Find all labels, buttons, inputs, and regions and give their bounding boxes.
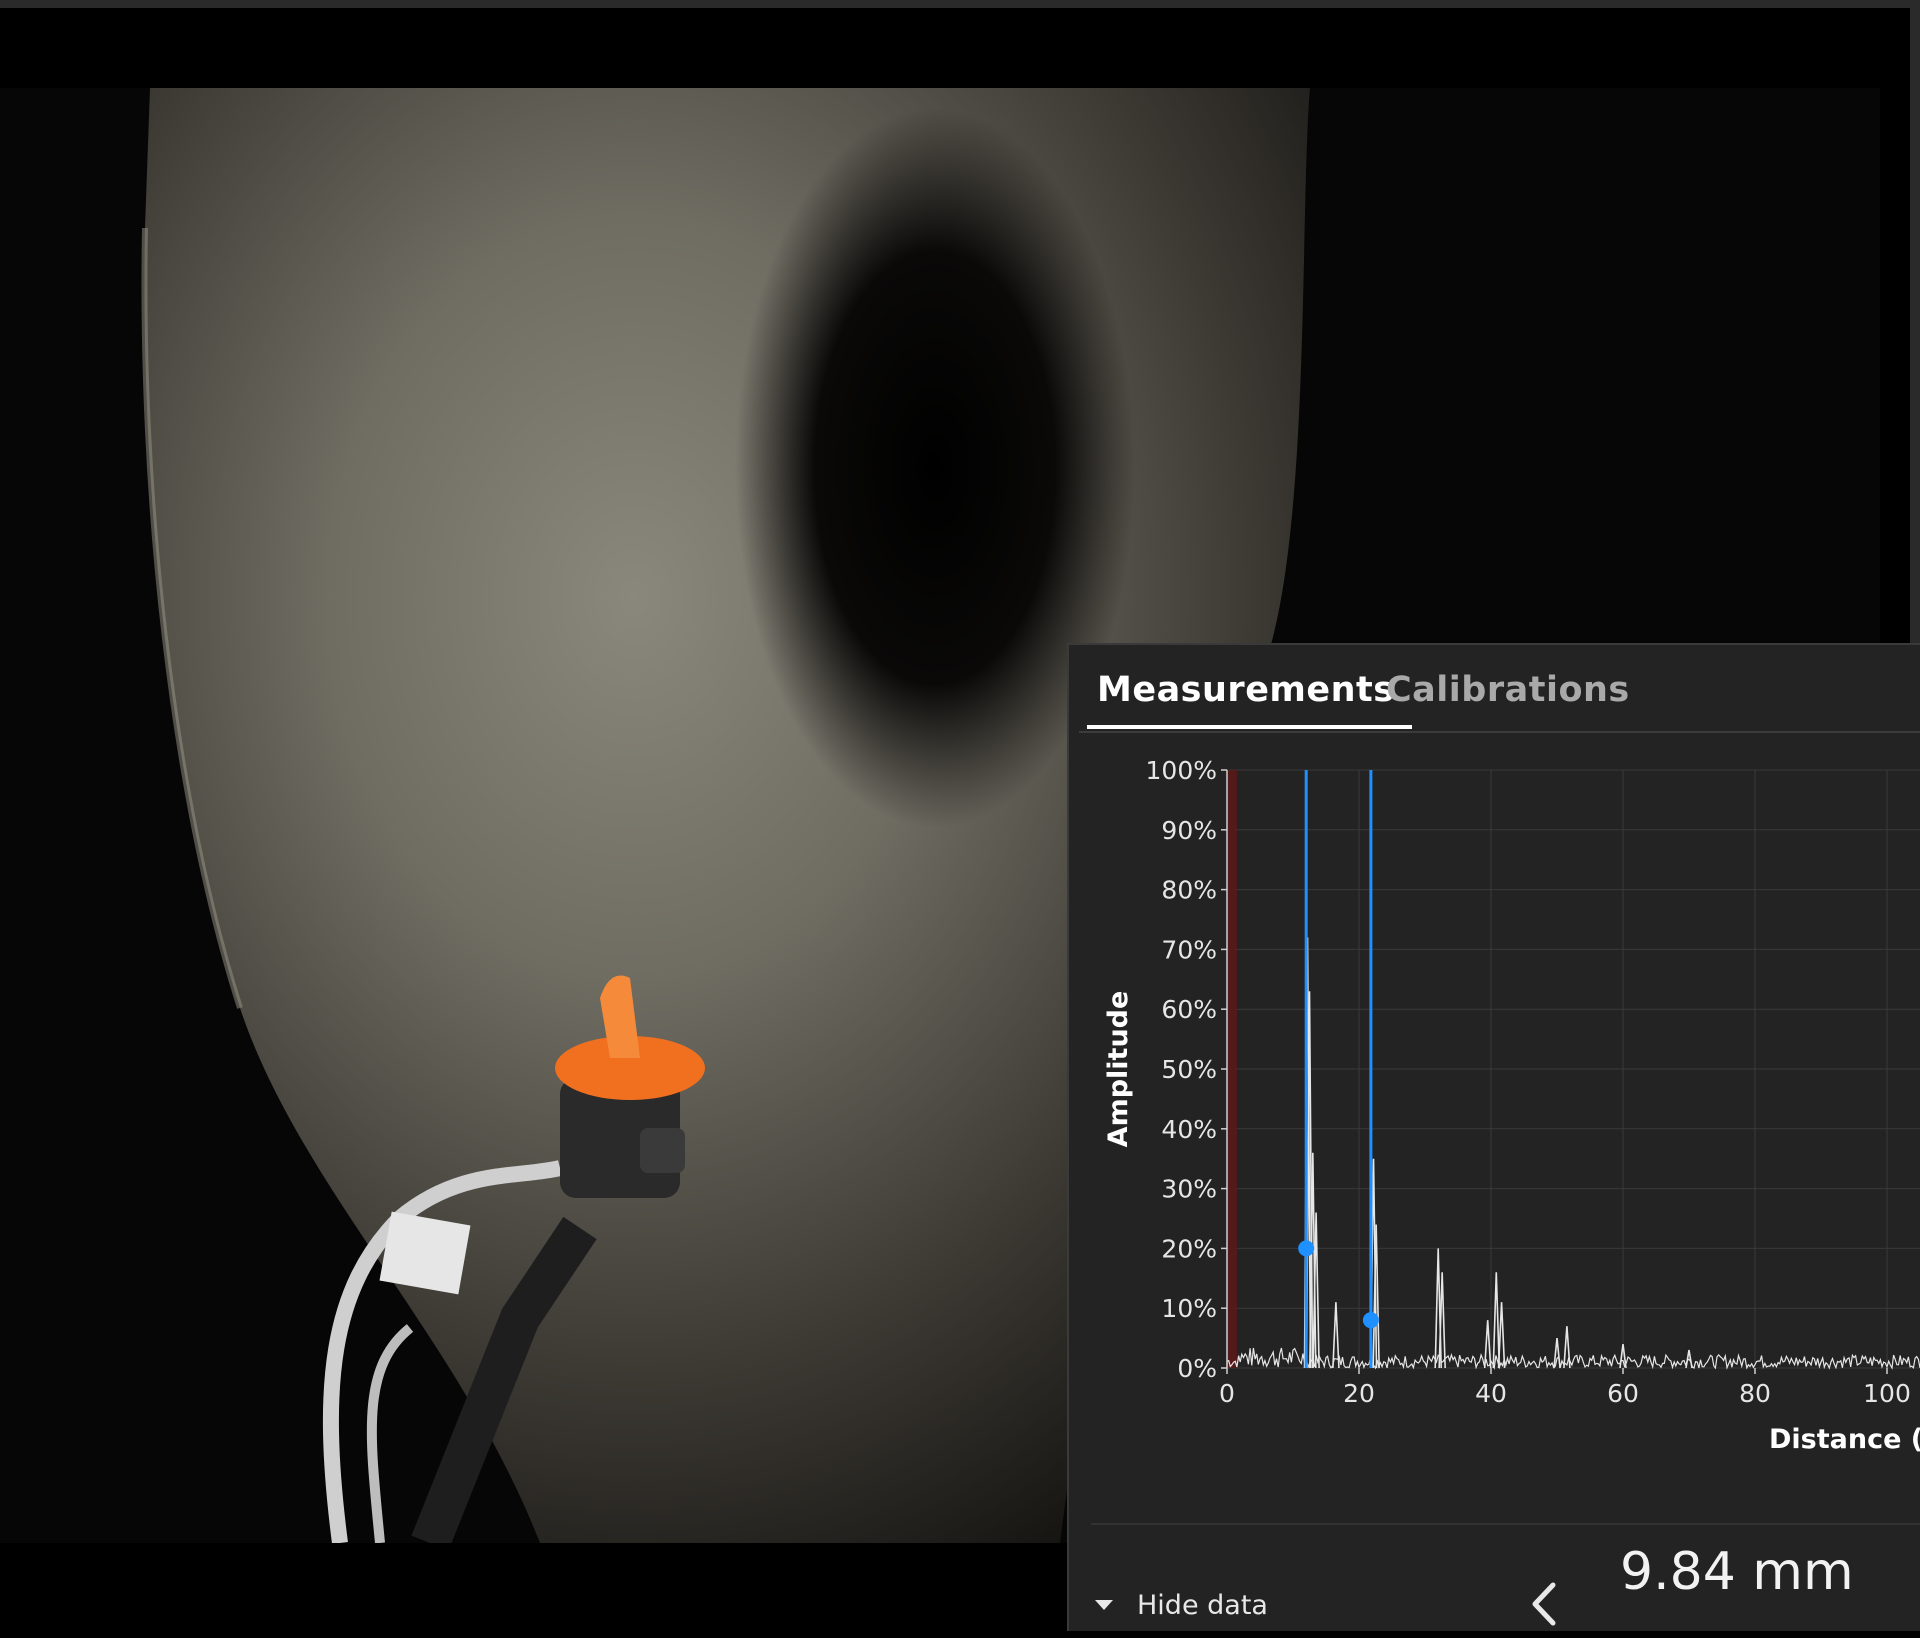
x-tick-label: 80	[1739, 1379, 1771, 1408]
chevron-left-icon	[1532, 1582, 1556, 1626]
y-tick-label: 10%	[1161, 1294, 1217, 1323]
gate-marker	[1298, 1240, 1315, 1257]
measurement-panel: Measurements Calibrations 0% 10% 20% 30% 40%…	[1067, 643, 1920, 1631]
x-tick-label: 60	[1607, 1379, 1639, 1408]
signal-peak	[1483, 1320, 1492, 1369]
y-tick-label: 40%	[1161, 1115, 1217, 1144]
dead-zone	[1227, 770, 1237, 1368]
x-tick-label: 20	[1343, 1379, 1375, 1408]
signal-peak	[1553, 1338, 1561, 1369]
signal-peak	[1563, 1326, 1571, 1369]
chart-grid	[1226, 769, 1920, 1369]
signal-peak	[1492, 1272, 1501, 1369]
y-tick-label: 30%	[1161, 1175, 1217, 1204]
x-axis-title: Distance (	[1769, 1424, 1920, 1455]
y-tick-label: 50%	[1161, 1055, 1217, 1084]
caret-down-icon	[1095, 1600, 1113, 1610]
tab-calibrations[interactable]: Calibrations	[1386, 670, 1630, 710]
x-tick-label: 40	[1475, 1379, 1507, 1408]
noise-floor	[1226, 1347, 1920, 1370]
thickness-reading: 9.84 mm	[1620, 1542, 1854, 1602]
signal-peak	[1497, 1302, 1506, 1369]
y-tick-label: 60%	[1161, 995, 1217, 1024]
x-tick-label: 100	[1863, 1379, 1911, 1408]
y-tick-label: 90%	[1161, 816, 1217, 845]
a-scan-chart[interactable]: 0% 10% 20% 30% 40% 50% 60% 70% 80% 90% 100% 0 20 40 60…	[1069, 735, 1920, 1455]
signal-trace	[1226, 937, 1920, 1370]
chart-axes: 0% 10% 20% 30% 40% 50% 60% 70% 80% 90% 100% 0 20 40 60…	[1103, 756, 1920, 1455]
y-tick-label: 20%	[1161, 1234, 1217, 1263]
window-top-bar	[0, 0, 1920, 8]
signal-peak	[1332, 1302, 1340, 1369]
gate-marker	[1362, 1312, 1379, 1329]
y-tick-label: 70%	[1161, 935, 1217, 964]
signal-peak	[1438, 1272, 1446, 1369]
tab-measurements[interactable]: Measurements	[1097, 670, 1395, 710]
previous-button[interactable]	[1519, 1575, 1571, 1633]
dead-zone-band	[1227, 770, 1237, 1368]
hide-data-toggle[interactable]: Hide data	[1089, 1585, 1268, 1625]
y-axis-title: Amplitude	[1103, 991, 1134, 1148]
y-tick-label: 0%	[1177, 1354, 1217, 1383]
y-tick-label: 80%	[1161, 876, 1217, 905]
panel-tabs: Measurements Calibrations	[1079, 645, 1920, 733]
x-tick-label: 0	[1219, 1379, 1235, 1408]
active-tab-indicator	[1087, 725, 1412, 729]
y-tick-label: 100%	[1146, 756, 1217, 785]
panel-divider	[1091, 1523, 1920, 1525]
hide-data-label: Hide data	[1137, 1589, 1268, 1621]
